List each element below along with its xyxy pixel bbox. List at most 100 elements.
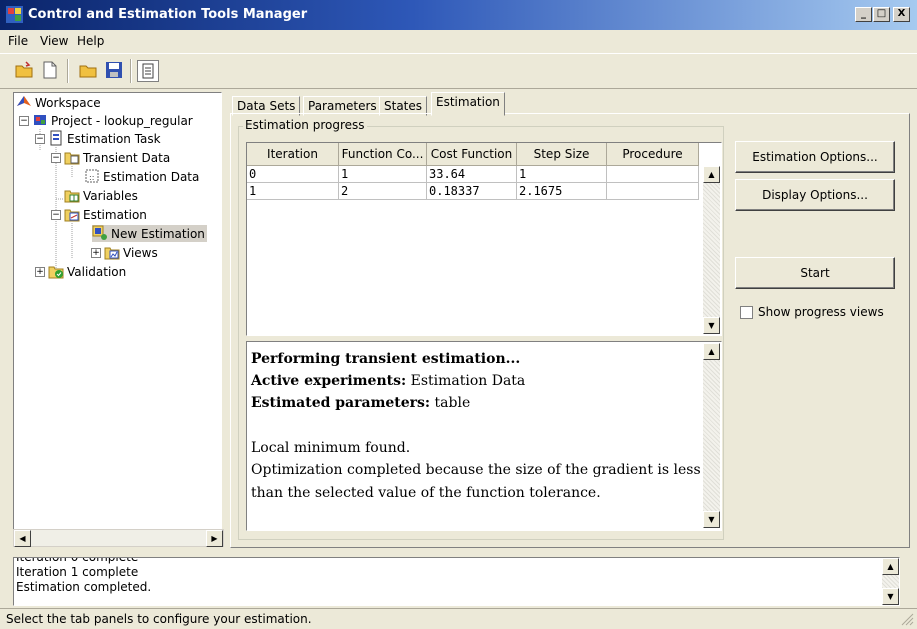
table-row[interactable]: 1 2 0.18337 2.1675 [247,182,699,200]
status-log-line: Iteration 0 complete [16,557,139,564]
scroll-up-arrow-icon[interactable]: ▲ [882,558,899,575]
column-header-procedure[interactable]: Procedure [606,143,699,166]
table-cell: 33.64 [426,165,517,183]
log-value: table [430,395,471,411]
tree-label: New Estimation [111,227,205,241]
clipboard-icon[interactable] [137,60,159,82]
show-progress-label: Show progress views [758,305,884,319]
tree-item-validation[interactable]: Validation [48,263,126,280]
log-label: Active experiments: [251,373,407,389]
results-grid: Iteration Function Co... Cost Function S… [247,143,699,200]
log-line: Active experiments: Estimation Data [251,373,525,389]
tree-label: Estimation Data [103,170,200,184]
expand-icon[interactable]: + [35,267,45,277]
tree-label: Estimation [83,208,147,222]
tree-item-project[interactable]: Project - lookup_regular [32,112,193,129]
tree-item-estimation-task[interactable]: Estimation Task [48,130,161,147]
table-cell: 2 [338,182,427,200]
status-log-line: Iteration 1 complete [16,565,139,579]
table-cell: 1 [247,182,339,200]
task-icon [50,130,62,146]
collapse-icon[interactable]: − [35,134,45,144]
toolbar-separator [130,59,132,83]
status-log-line: Estimation completed. [16,580,152,594]
menu-bar [0,30,917,52]
estimation-options-button[interactable]: Estimation Options... [735,141,895,173]
table-cell: 1 [338,165,427,183]
maximize-button[interactable]: □ [873,7,890,22]
log-vertical-scrollbar[interactable]: ▲ ▼ [703,343,720,528]
tree-item-estimation[interactable]: Estimation [64,206,147,223]
table-row[interactable]: 0 1 33.64 1 [247,165,699,183]
scroll-right-arrow-icon[interactable]: ▶ [206,530,223,547]
app-icon [6,6,23,23]
estimation-log[interactable]: Performing transient estimation... Activ… [246,341,722,531]
project-tree[interactable]: Workspace − Project - lookup_regular − E… [13,92,222,530]
tree-item-estimation-data[interactable]: :: Estimation Data [84,168,199,185]
collapse-icon[interactable]: − [51,210,61,220]
table-vertical-scrollbar[interactable]: ▲ ▼ [703,166,720,334]
scroll-down-arrow-icon[interactable]: ▼ [703,511,720,528]
new-document-icon[interactable] [40,60,60,80]
tree-label: Project - lookup_regular [51,114,193,128]
views-folder-icon [104,247,120,260]
collapse-icon[interactable]: − [51,153,61,163]
log-label: Estimated parameters: [251,395,431,411]
log-line: Performing transient estimation... [251,351,521,367]
tab-estimation[interactable]: Estimation [431,92,505,116]
tree-item-new-estimation[interactable]: New Estimation [92,225,207,242]
project-icon [34,115,46,125]
scroll-up-arrow-icon[interactable]: ▲ [703,343,720,360]
table-cell [606,182,699,200]
tree-label: Views [123,246,158,260]
log-line: Estimated parameters: table [251,395,470,411]
column-header-function-count[interactable]: Function Co... [338,143,427,166]
menu-file[interactable]: File [8,34,28,48]
table-cell: 1 [516,165,607,183]
status-message: Select the tab panels to configure your … [6,612,312,626]
validation-folder-icon [48,266,64,279]
table-cell [606,165,699,183]
column-header-step-size[interactable]: Step Size [516,143,607,166]
open-project-icon[interactable] [78,60,98,80]
column-header-cost-function[interactable]: Cost Function [426,143,517,166]
expand-icon[interactable]: + [91,248,101,258]
estimation-run-icon [92,225,107,240]
tree-horizontal-scrollbar[interactable]: ◀ ▶ [13,529,224,547]
collapse-icon[interactable]: − [19,116,29,126]
menu-view[interactable]: View [40,34,68,48]
tree-item-variables[interactable]: Variables [64,187,138,204]
column-header-iteration[interactable]: Iteration [247,143,339,166]
tree-label: Estimation Task [67,132,161,146]
save-icon[interactable] [104,60,124,80]
table-cell: 0.18337 [426,182,517,200]
svg-text:::: :: [89,173,94,182]
data-folder-icon [64,152,80,165]
status-log-scrollbar[interactable]: ▲ ▼ [882,558,899,605]
matlab-icon [17,96,31,106]
tree-label: Transient Data [83,151,171,165]
tree-label: Validation [67,265,127,279]
scroll-down-arrow-icon[interactable]: ▼ [882,588,899,605]
tree-item-views[interactable]: Views [104,244,158,261]
open-folder-icon[interactable] [14,60,34,80]
start-button[interactable]: Start [735,257,895,289]
minimize-button[interactable]: _ [855,7,872,22]
scroll-left-arrow-icon[interactable]: ◀ [14,530,31,547]
window-title: Control and Estimation Tools Manager [28,7,308,22]
tree-label: Variables [83,189,138,203]
status-log[interactable]: Iteration 0 complete Iteration 1 complet… [13,557,900,606]
menu-help[interactable]: Help [77,34,104,48]
table-cell: 2.1675 [516,182,607,200]
show-progress-checkbox[interactable] [740,306,753,319]
scroll-down-arrow-icon[interactable]: ▼ [703,317,720,334]
tree-label: Workspace [35,96,101,110]
resize-grip-icon[interactable] [900,612,914,626]
results-table[interactable]: Iteration Function Co... Cost Function S… [246,142,722,336]
scroll-up-arrow-icon[interactable]: ▲ [703,166,720,183]
tree-item-transient-data[interactable]: Transient Data [64,149,170,166]
close-button[interactable]: X [893,7,910,22]
log-line: Local minimum found. [251,440,411,456]
tree-item-workspace[interactable]: Workspace [16,94,101,111]
display-options-button[interactable]: Display Options... [735,179,895,211]
